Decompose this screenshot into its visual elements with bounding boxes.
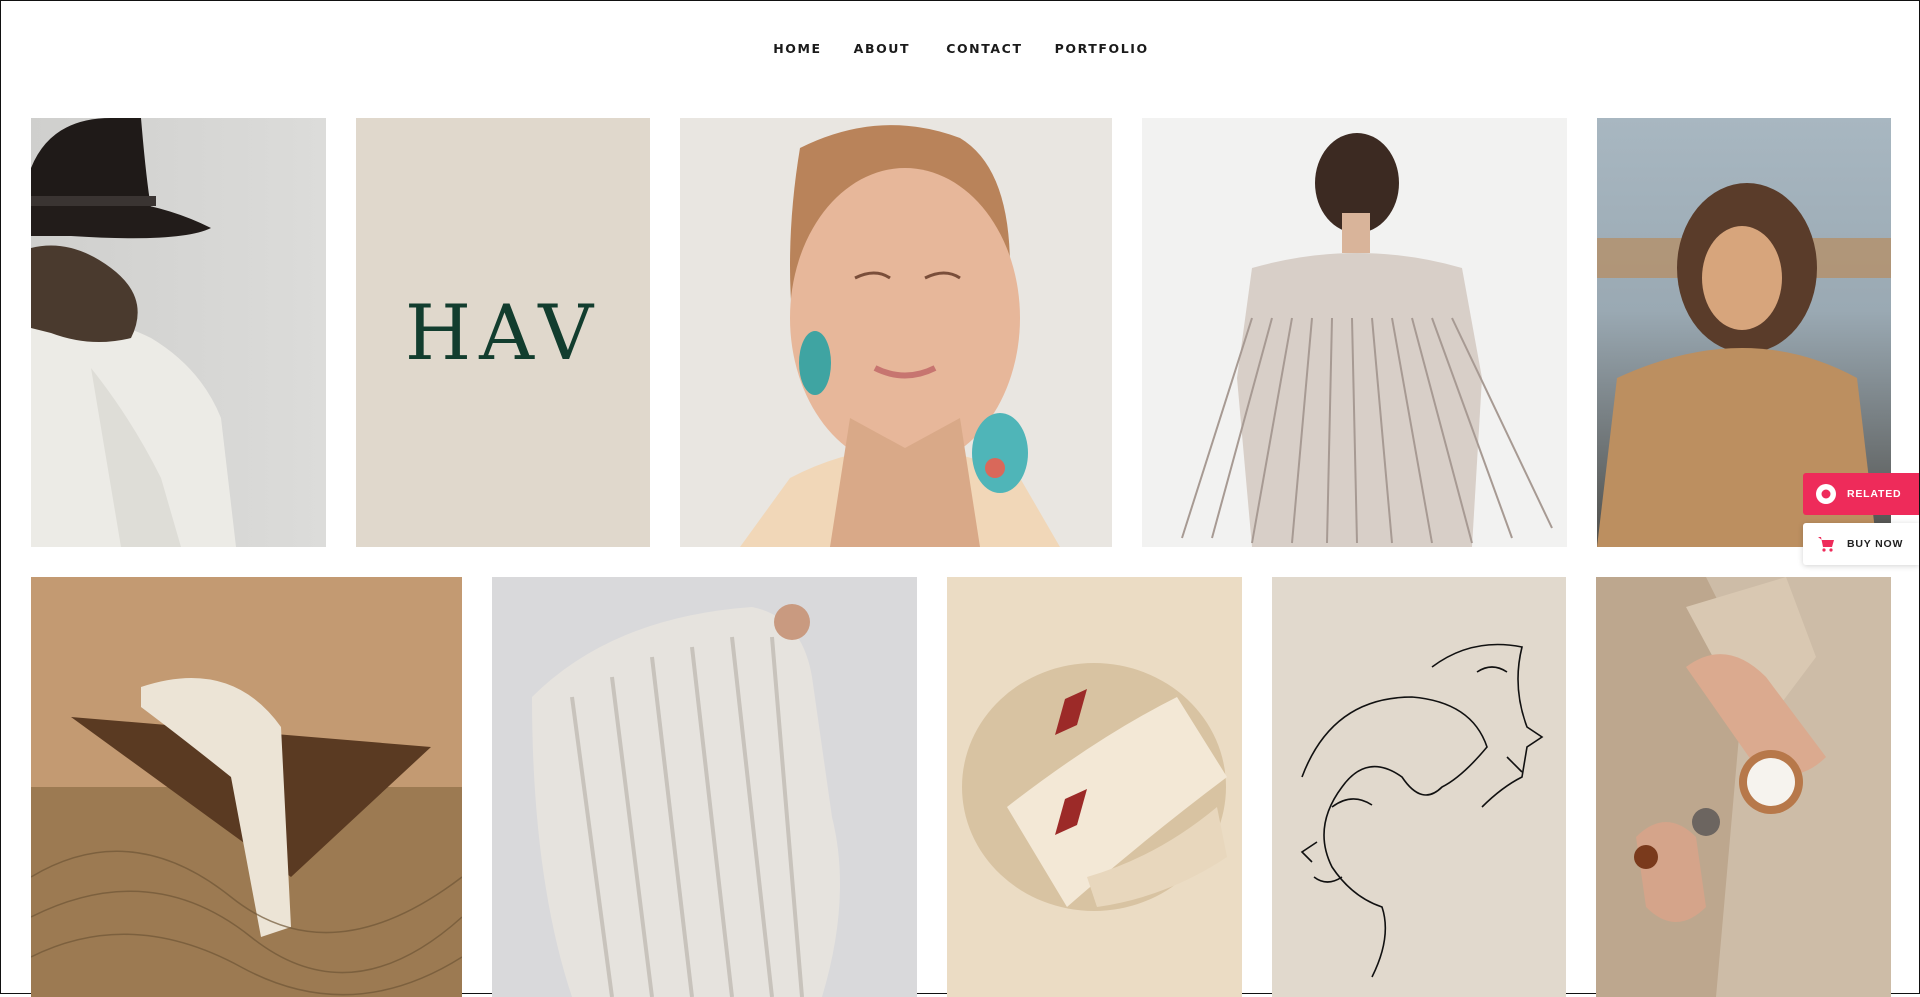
sweater-photo-art	[492, 577, 917, 997]
buy-now-label: BUY NOW	[1847, 538, 1904, 550]
feather-earrings-art	[947, 577, 1242, 997]
nav-contact[interactable]: CONTACT	[946, 41, 1022, 56]
side-widget: RELATED BUY NOW	[1803, 473, 1919, 565]
fringe-photo-art	[1142, 118, 1567, 547]
portfolio-image-sweater[interactable]	[492, 577, 917, 997]
buy-now-button[interactable]: BUY NOW	[1803, 523, 1919, 565]
watch-photo-art	[1596, 577, 1891, 997]
nav-about[interactable]: ABOUT	[854, 41, 911, 56]
line-art-faces	[1300, 643, 1544, 978]
nav-portfolio[interactable]: PORTFOLIO	[1055, 41, 1149, 56]
nav-home[interactable]: HOME	[773, 41, 821, 56]
portfolio-image-earrings[interactable]	[680, 118, 1112, 547]
earrings-photo-art	[680, 118, 1112, 547]
hav-logo: HAV	[404, 288, 602, 377]
portfolio-logo-tile[interactable]: HAV	[356, 118, 650, 547]
related-button[interactable]: RELATED	[1803, 473, 1919, 515]
portfolio-image-hay[interactable]	[31, 577, 462, 997]
cart-icon	[1815, 533, 1837, 555]
portfolio-image-hat[interactable]	[31, 118, 326, 547]
portfolio-image-line-art[interactable]	[1272, 577, 1566, 997]
portfolio-image-fringe[interactable]	[1142, 118, 1567, 547]
related-label: RELATED	[1847, 488, 1902, 500]
hat-photo-art	[31, 118, 326, 547]
portfolio-image-watch[interactable]	[1596, 577, 1891, 997]
portfolio-image-feather-earrings[interactable]	[947, 577, 1242, 997]
hay-photo-art	[31, 577, 462, 997]
related-icon	[1815, 483, 1837, 505]
main-nav: HOME ABOUT CONTACT PORTFOLIO	[1, 41, 1920, 56]
